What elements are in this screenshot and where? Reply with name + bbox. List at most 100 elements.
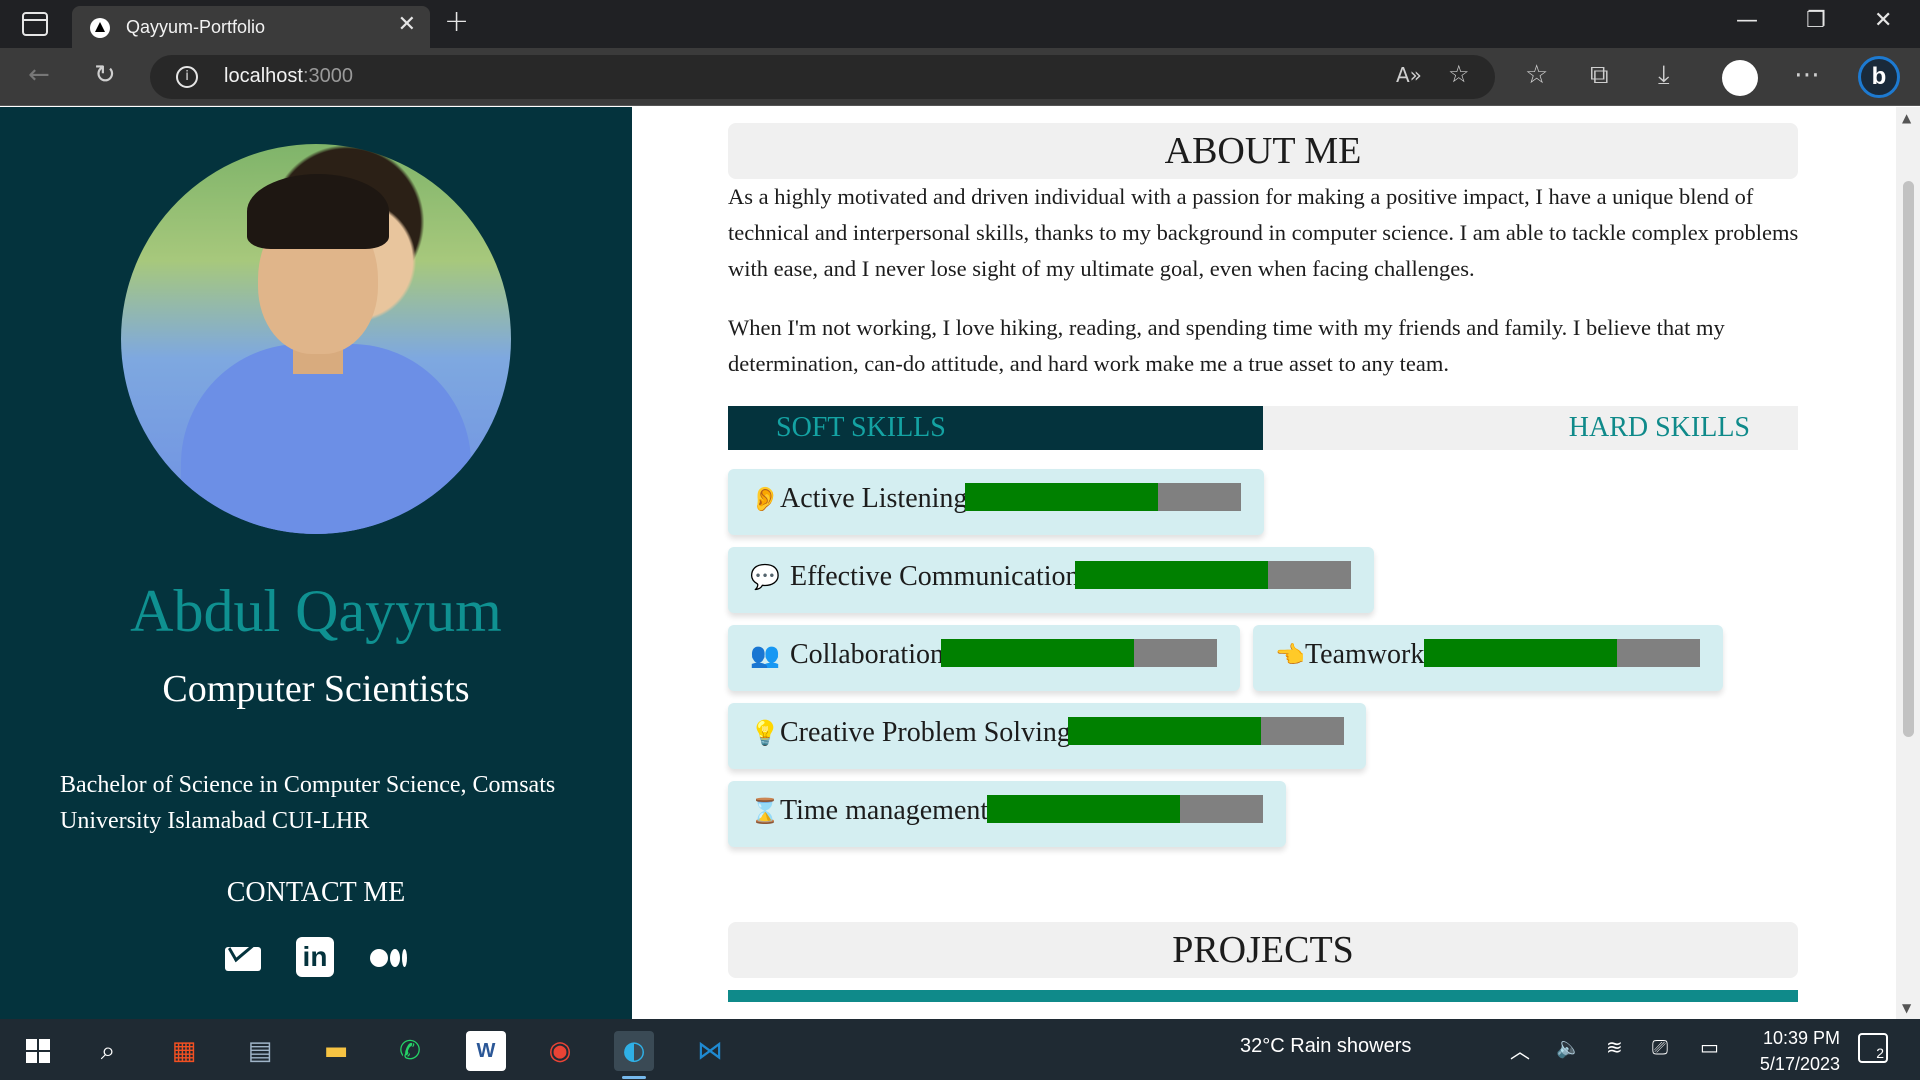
bing-icon[interactable]: b <box>1858 56 1900 98</box>
skill-label: Effective Communication <box>790 561 1080 592</box>
skill-label: Collaboration <box>790 639 944 670</box>
minimize-icon[interactable]: — <box>1736 8 1758 33</box>
url-host: localhost <box>224 65 303 87</box>
browser-toolbar: ← ↻ i localhost:3000 A» ☆ ☆ ⧉ ⤓ ⋯ b <box>0 48 1920 106</box>
tab-soft-skills[interactable]: SOFT SKILLS <box>728 406 1263 450</box>
back-icon[interactable]: ← <box>28 60 50 90</box>
refresh-icon[interactable]: ↻ <box>94 60 116 90</box>
skill-progress-fill <box>987 795 1181 823</box>
clock-time: 10:39 PM <box>1762 1028 1840 1048</box>
skill-card-effective-communication: 💬 Effective Communication <box>728 547 1374 613</box>
collections-icon[interactable]: ⧉ <box>1590 60 1609 91</box>
browser-tab-bar: Qayyum-Portfolio ✕ + — ❐ ✕ <box>0 0 1920 48</box>
skill-progress-bar <box>1068 717 1344 745</box>
scroll-down-icon[interactable]: ▼ <box>1902 1001 1911 1015</box>
windows-start-icon[interactable] <box>20 1031 60 1071</box>
speech-bubble-icon: 💬 <box>750 563 780 591</box>
skill-card-time-management: ⌛ Time management <box>728 781 1286 847</box>
device-icon[interactable]: ⎚ <box>1652 1035 1668 1059</box>
file-explorer-icon[interactable]: ▬ <box>316 1031 356 1071</box>
tab-actions-icon[interactable] <box>22 12 48 36</box>
chrome-icon[interactable]: ◉ <box>540 1031 580 1071</box>
skill-label: Creative Problem Solving <box>780 717 1071 748</box>
skill-progress-fill <box>1075 561 1269 589</box>
skill-progress-bar <box>1075 561 1351 589</box>
skill-progress-fill <box>941 639 1135 667</box>
skill-progress-fill <box>1424 639 1618 667</box>
skill-progress-bar <box>941 639 1217 667</box>
about-paragraph-1: As a highly motivated and driven individ… <box>728 184 1799 281</box>
window-close-icon[interactable]: ✕ <box>1874 8 1892 33</box>
notification-center-icon[interactable]: 2 <box>1858 1033 1888 1063</box>
search-icon[interactable]: ⌕ <box>88 1031 128 1071</box>
profile-sidebar: Abdul Qayyum Computer Scientists Bachelo… <box>0 107 632 1019</box>
profile-role: Computer Scientists <box>162 668 470 710</box>
windows-taskbar: ⌕ ▦ ▤ ▬ ✆ W ◉ ◐ ⋈ 32°C Rain showers ︿ 🔈 … <box>0 1019 1920 1080</box>
skill-card-active-listening: 👂 Active Listening <box>728 469 1264 535</box>
weather-text[interactable]: 32°C Rain showers <box>1240 1035 1411 1058</box>
skill-progress-bar <box>965 483 1241 511</box>
skill-card-creative-problem-solving: 💡 Creative Problem Solving <box>728 703 1366 769</box>
tab-title: Qayyum-Portfolio <box>126 17 266 37</box>
battery-icon[interactable]: ▭ <box>1700 1035 1719 1059</box>
medium-icon[interactable] <box>370 937 410 979</box>
skill-progress-fill <box>965 483 1159 511</box>
address-text: localhost:3000 <box>224 65 353 88</box>
ear-icon: 👂 <box>750 485 780 513</box>
about-paragraph-2: When I'm not working, I love hiking, rea… <box>728 315 1725 376</box>
profile-name: Abdul Qayyum <box>130 578 502 644</box>
restore-icon[interactable]: ❐ <box>1806 8 1826 33</box>
main-content: ABOUT ME As a highly motivated and drive… <box>632 107 1896 1019</box>
store-icon[interactable]: ▦ <box>164 1031 204 1071</box>
skill-tabs: SOFT SKILLS HARD SKILLS <box>728 406 1798 450</box>
clock-date: 5/17/2023 <box>1759 1054 1840 1074</box>
skill-label: Time management <box>780 795 989 826</box>
skill-label: Active Listening <box>780 483 968 514</box>
favorites-icon[interactable]: ☆ <box>1525 60 1548 90</box>
new-tab-icon[interactable]: + <box>444 4 469 39</box>
downloads-icon[interactable]: ⤓ <box>1658 60 1670 91</box>
edge-icon[interactable]: ◐ <box>614 1031 654 1079</box>
hourglass-icon: ⌛ <box>750 797 780 825</box>
linkedin-icon[interactable]: in <box>296 937 334 977</box>
tab-favicon-icon <box>90 18 110 38</box>
clock[interactable]: 10:39 PM 5/17/2023 <box>1740 1025 1840 1077</box>
skill-progress-bar <box>987 795 1263 823</box>
whatsapp-icon[interactable]: ✆ <box>390 1031 430 1071</box>
lightbulb-icon: 💡 <box>750 719 780 747</box>
site-info-icon[interactable]: i <box>176 66 198 88</box>
vscode-icon[interactable]: ⋈ <box>690 1031 730 1071</box>
pointing-hand-icon: 👈 <box>1275 641 1305 669</box>
projects-divider <box>728 990 1798 1002</box>
volume-icon[interactable]: 🔈 <box>1556 1035 1581 1059</box>
mail-icon[interactable] <box>225 937 261 979</box>
skill-progress-fill <box>1068 717 1262 745</box>
tab-hard-skills[interactable]: HARD SKILLS <box>1263 406 1798 450</box>
add-favorite-icon[interactable]: ☆ <box>1448 60 1470 88</box>
tab-close-icon[interactable]: ✕ <box>398 12 416 37</box>
url-port: :3000 <box>302 65 353 87</box>
browser-tab[interactable]: Qayyum-Portfolio ✕ <box>72 6 430 48</box>
read-aloud-icon[interactable]: A» <box>1396 63 1422 87</box>
skill-card-teamwork: 👈 Teamwork <box>1253 625 1723 691</box>
skill-label: Teamwork <box>1305 639 1425 670</box>
skill-progress-bar <box>1424 639 1700 667</box>
profile-education: Bachelor of Science in Computer Science,… <box>60 772 556 834</box>
scroll-up-icon[interactable]: ▲ <box>1902 111 1911 125</box>
skill-card-collaboration: 👥 Collaboration <box>728 625 1240 691</box>
photo-hair <box>247 174 389 249</box>
page-scrollbar[interactable]: ▲ ▼ <box>1896 107 1920 1019</box>
profile-photo <box>121 144 511 534</box>
scroll-thumb[interactable] <box>1903 181 1914 737</box>
word-icon[interactable]: W <box>466 1031 506 1071</box>
address-bar[interactable]: i localhost:3000 A» ☆ <box>150 55 1495 99</box>
more-options-icon[interactable]: ⋯ <box>1794 60 1820 90</box>
about-heading: ABOUT ME <box>728 123 1798 179</box>
profile-avatar[interactable] <box>1722 60 1758 96</box>
show-hidden-icons-icon[interactable]: ︿ <box>1510 1035 1530 1064</box>
wifi-icon[interactable]: ≋ <box>1606 1035 1623 1059</box>
projects-heading: PROJECTS <box>728 922 1798 978</box>
contact-title: CONTACT ME <box>226 877 406 908</box>
calculator-icon[interactable]: ▤ <box>240 1031 280 1071</box>
people-icon: 👥 <box>750 641 780 669</box>
